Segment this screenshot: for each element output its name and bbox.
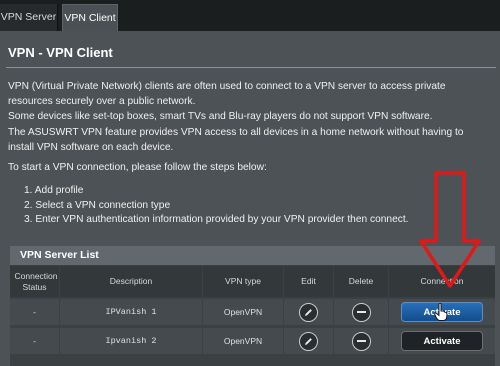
column-vpn-type: VPN type [203,266,283,297]
delete-minus-icon[interactable] [351,331,371,351]
column-description: Description [60,266,202,297]
hand-cursor-icon [434,303,448,321]
description-line-2: Some devices like set-top boxes, smart T… [8,111,433,123]
vpn-type-cell: OpenVPN [203,299,283,325]
page-title: VPN - VPN Client [8,45,113,60]
table-row: - Ipvanish 2 OpenVPN Activate [10,328,495,356]
edit-pencil-icon[interactable] [299,331,318,351]
delete-minus-icon[interactable] [351,302,371,322]
tab-vpn-client[interactable]: VPN Client [62,4,118,31]
activate-button[interactable]: Activate [401,331,483,351]
title-divider [6,67,496,68]
description: VPN (Virtual Private Network) clients ar… [8,79,492,155]
step-item: 1. Add profile [24,185,84,196]
edit-cell [284,299,333,325]
edit-pencil-icon[interactable] [299,302,318,322]
step-item: 3. Enter VPN authentication information … [24,214,409,225]
description-cell: IPVanish 1 [60,299,202,325]
description-cell: Ipvanish 2 [60,328,202,354]
tab-bar: VPN Server VPN Client [0,0,500,31]
delete-cell [334,328,388,354]
steps-intro: To start a VPN connection, please follow… [8,162,267,173]
steps-list: 1. Add profile 2. Select a VPN connectio… [24,184,409,228]
delete-cell [334,299,388,325]
description-line-1: VPN (Virtual Private Network) clients ar… [8,81,446,108]
table-row: - IPVanish 1 OpenVPN Activate [10,299,495,327]
column-delete: Delete [334,266,388,297]
connection-cell: Activate [389,328,495,354]
tab-vpn-server[interactable]: VPN Server [0,4,58,31]
step-item: 2. Select a VPN connection type [24,199,171,211]
connection-status-cell: - [10,328,59,354]
column-edit: Edit [284,266,333,297]
edit-cell [284,328,333,354]
column-connection-status: Connection Status [10,266,59,297]
annotation-arrow-icon [419,171,481,288]
vpn-type-cell: OpenVPN [203,328,283,354]
description-line-3: The ASUSWRT VPN feature provides VPN acc… [8,126,464,153]
connection-status-cell: - [10,299,59,325]
